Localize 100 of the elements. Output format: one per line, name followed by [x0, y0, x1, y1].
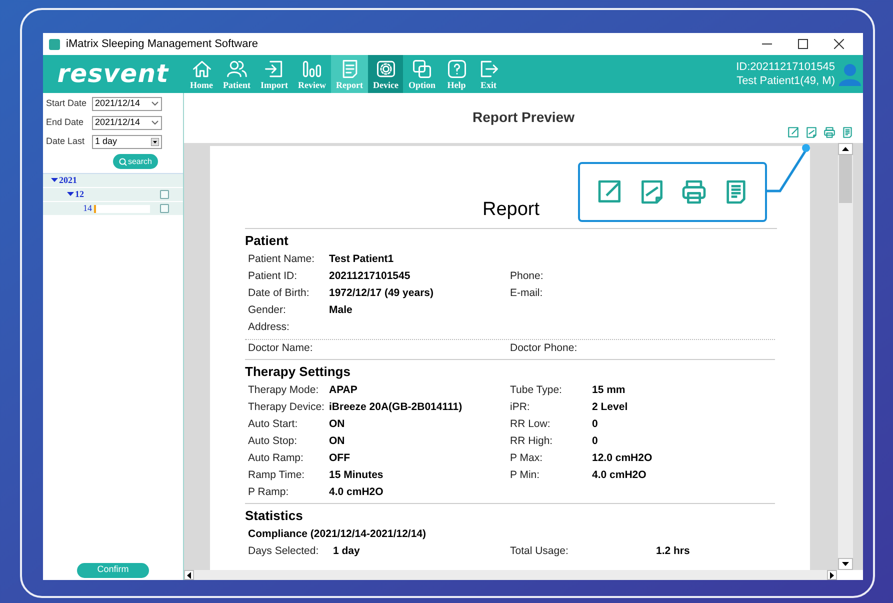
field-label: Patient ID:: [248, 268, 298, 284]
scrollbar-thumb[interactable]: [839, 155, 852, 203]
field-value: ON: [329, 434, 346, 448]
field-value: Male: [329, 302, 354, 318]
field-value: 4.0 cmH2O: [329, 484, 384, 500]
field-label: P Min:: [510, 468, 541, 482]
horizontal-scrollbar[interactable]: [184, 570, 837, 580]
tree-item[interactable]: 2021: [59, 174, 77, 188]
field-value: 15 mm: [592, 382, 626, 398]
field-label: Auto Stop:: [248, 434, 298, 448]
field-label: Gender:: [248, 302, 287, 318]
nav-button[interactable]: Review: [293, 55, 331, 93]
field-value: 0: [592, 416, 599, 432]
field-label: Ramp Time:: [248, 468, 306, 482]
squares-icon: [410, 58, 433, 80]
scroll-down-arrow-icon[interactable]: [842, 562, 849, 566]
user-avatar-icon: [839, 62, 861, 86]
nav-button[interactable]: Report: [331, 55, 368, 93]
field-value: 20211217101545: [329, 268, 412, 284]
field-label: Auto Ramp:: [248, 450, 304, 466]
nav-button[interactable]: Import: [256, 55, 293, 93]
field-label: Address:: [248, 320, 290, 334]
field-label: RR Low:: [510, 416, 552, 432]
field-label: Doctor Phone:: [510, 340, 578, 356]
search-icon: [118, 158, 127, 166]
field-label: End Date: [46, 116, 85, 130]
vertical-scrollbar[interactable]: [838, 143, 853, 570]
section-heading: Patient: [245, 232, 290, 248]
field-label: E-mail:: [510, 286, 544, 300]
field-label: Start Date: [46, 97, 88, 110]
field-label: Total Usage:: [510, 544, 570, 558]
field-value: 1972/12/17 (49 years): [329, 286, 435, 300]
field-label: Patient Name:: [248, 252, 316, 266]
patient-id: ID:20211217101545: [736, 60, 835, 74]
field-label: Phone:: [510, 268, 544, 284]
help-icon: [446, 58, 468, 80]
dropdown[interactable]: 1 day: [92, 135, 162, 149]
expander-icon[interactable]: [51, 178, 58, 183]
field-label: Days Selected:: [248, 544, 320, 558]
field-value: iBreeze 20A(GB-2B014111): [329, 400, 464, 414]
field-value: 1 day: [333, 544, 361, 558]
nav-button[interactable]: Device: [368, 55, 404, 93]
logo: resvent: [56, 58, 170, 90]
patient-name: Test Patient1(49, M): [736, 74, 835, 88]
field-label: P Ramp:: [248, 484, 290, 500]
field-label: Auto Start:: [248, 416, 299, 432]
nav-button[interactable]: Patient: [218, 55, 256, 93]
nav-button[interactable]: Home: [185, 55, 218, 93]
close-icon: [834, 39, 844, 49]
field-value: Test Patient1: [329, 252, 395, 266]
field-value: 4.0 cmH2O: [592, 468, 648, 482]
field-value: OFF: [329, 450, 351, 466]
field-label: Therapy Mode:: [248, 382, 320, 398]
field-label: iPR:: [510, 400, 531, 414]
field-label: Tube Type:: [510, 382, 563, 398]
search-button[interactable]: search: [112, 154, 158, 169]
home-icon: [190, 58, 212, 80]
pdf-document-icon[interactable]: [805, 126, 818, 139]
section-heading: Therapy Settings: [245, 362, 352, 380]
field-label: Date Last: [46, 135, 86, 148]
expander-icon[interactable]: [67, 192, 74, 197]
field-value: 15 Minutes: [329, 468, 384, 482]
checkbox[interactable]: [160, 190, 169, 199]
checkbox[interactable]: [160, 204, 169, 213]
date-field[interactable]: 2021/12/14: [92, 116, 162, 130]
field-value: 1.2 hrs: [656, 544, 691, 558]
tree-item[interactable]: 14: [83, 202, 92, 216]
scroll-right-arrow-icon[interactable]: [830, 572, 834, 578]
field-label: RR High:: [510, 434, 554, 448]
scroll-left-arrow-icon[interactable]: [187, 572, 191, 578]
field-value: 12.0 cmH2O: [592, 450, 654, 466]
field-label: Therapy Device:: [248, 400, 326, 414]
field-value: 2 Level: [592, 400, 629, 414]
document-list-icon[interactable]: [841, 126, 854, 139]
scroll-up-arrow-icon[interactable]: [842, 147, 849, 151]
gear-box-icon: [374, 58, 397, 80]
date-field[interactable]: 2021/12/14: [92, 97, 162, 111]
nav-button[interactable]: Exit: [472, 55, 504, 93]
nav-button[interactable]: Option: [403, 55, 440, 93]
confirm-button[interactable]: Confirm: [77, 562, 149, 578]
field-value: ON: [329, 416, 346, 432]
print-icon[interactable]: [823, 126, 836, 139]
people-icon: [226, 58, 248, 80]
maximize-icon: [798, 39, 808, 49]
field-value: APAP: [329, 382, 358, 398]
edit-icon[interactable]: [787, 126, 800, 139]
field-label: Date of Birth:: [248, 286, 310, 300]
dropdown-arrow-icon: [151, 138, 159, 146]
section-heading: Statistics: [245, 506, 304, 524]
field-label: P Max:: [510, 450, 544, 466]
app-icon: [49, 38, 60, 50]
nav-button[interactable]: Help: [440, 55, 472, 93]
print-icon: [680, 178, 708, 206]
field-label: Doctor Name:: [248, 340, 314, 356]
window-title: iMatrix Sleeping Management Software: [66, 36, 258, 52]
tree-item[interactable]: 12: [75, 188, 84, 202]
field-value: 0: [592, 434, 599, 448]
subsection-heading: Compliance (2021/12/14-2021/12/14): [247, 526, 428, 542]
report-preview-title: Report Preview: [472, 108, 574, 127]
bar-chart-icon: [301, 58, 323, 80]
